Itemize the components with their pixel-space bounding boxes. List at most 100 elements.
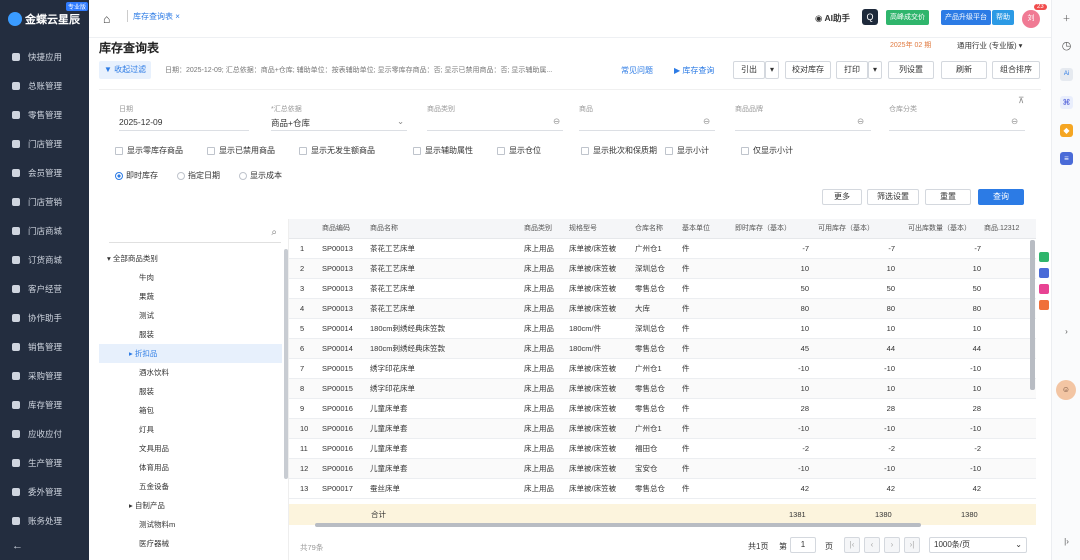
tab-inventory-query[interactable]: 库存查询表 × — [133, 11, 180, 22]
sidebar-item[interactable]: 会员管理 — [0, 162, 89, 184]
summary-basis-select[interactable]: 商品+仓库 — [271, 117, 310, 129]
radio-dot[interactable] — [239, 171, 247, 180]
high-price-button[interactable]: 高峰成交价 — [886, 10, 929, 25]
table-row[interactable]: 9 SP00016 儿童床单套 床上用品 床单被/床笠被 零售总仓 件 28 28 28 — [289, 399, 1036, 419]
page-input[interactable]: 1 — [790, 537, 816, 553]
filter-checkbox[interactable]: 显示辅助属性 — [413, 145, 473, 156]
column-header[interactable]: 商品编码 — [322, 219, 350, 239]
column-header[interactable]: 仓库名称 — [635, 219, 663, 239]
print-dropdown-icon[interactable]: ▾ — [868, 61, 882, 79]
export-button[interactable]: 引出 — [733, 61, 765, 79]
filter-checkbox[interactable]: 仅显示小计 — [741, 145, 793, 156]
sidebar-item[interactable]: 订货商城 — [0, 249, 89, 271]
export-dropdown-icon[interactable]: ▾ — [765, 61, 779, 79]
chevron-down-icon[interactable]: ⌄ — [397, 116, 404, 127]
pin-icon[interactable]: ⊼ — [1018, 95, 1024, 106]
game-icon[interactable]: ⌘ — [1060, 96, 1073, 109]
table-row[interactable]: 5 SP00014 180cm刺绣经典床笠款 床上用品 180cm/件 深圳总仓 件 10 10… — [289, 319, 1036, 339]
filter-checkbox[interactable]: 显示批次和保质期 — [581, 145, 657, 156]
assistant-avatar-icon[interactable]: ☺ — [1056, 380, 1076, 400]
sidebar-item[interactable]: 门店营销 — [0, 191, 89, 213]
column-header[interactable]: 商品类别 — [524, 219, 552, 239]
sidebar-item[interactable]: 委外管理 — [0, 481, 89, 503]
category-clear-icon[interactable]: ⊖ — [553, 116, 560, 127]
page-size-select[interactable]: 1000条/页 ⌄ — [929, 537, 1027, 553]
gift-icon[interactable]: ◆ — [1060, 124, 1073, 137]
filter-settings-button[interactable]: 筛选设置 — [867, 189, 919, 205]
sidebar-item[interactable]: 销售管理 — [0, 336, 89, 358]
sidebar-item[interactable]: 门店管理 — [0, 133, 89, 155]
filter-radio[interactable]: 显示成本 — [239, 170, 282, 181]
checkbox-box[interactable] — [115, 146, 123, 155]
table-row[interactable]: 2 SP00013 茶花工艺床单 床上用品 床单被/床笠被 深圳总仓 件 10 10 10 — [289, 259, 1036, 279]
tree-item[interactable]: ▾ 全部商品类别 — [99, 249, 282, 268]
home-icon[interactable]: ⌂ — [103, 12, 110, 26]
first-page-icon[interactable]: |‹ — [844, 537, 860, 553]
tree-item[interactable]: 服装 — [99, 325, 282, 344]
tree-item[interactable]: 文具用品 — [99, 439, 282, 458]
column-header[interactable]: 即时库存（基本） — [735, 219, 791, 239]
column-header[interactable]: 可出库数量（基本） — [908, 219, 971, 239]
table-row[interactable]: 7 SP00015 绣字印花床单 床上用品 床单被/床笠被 广州仓1 件 -10 -10 -10 — [289, 359, 1036, 379]
vertical-scrollbar[interactable] — [1030, 240, 1035, 390]
add-icon[interactable]: ＋ — [1060, 12, 1073, 25]
next-page-icon[interactable]: › — [884, 537, 900, 553]
tree-item[interactable]: 灯具 — [99, 420, 282, 439]
radio-dot[interactable] — [177, 171, 185, 180]
clock-icon[interactable]: ◷ — [1060, 40, 1073, 53]
sidebar-item[interactable]: 门店商城 — [0, 220, 89, 242]
tree-item[interactable]: 体育用品 — [99, 458, 282, 477]
column-header[interactable]: 规格型号 — [569, 219, 597, 239]
table-row[interactable]: 1 SP00013 茶花工艺床单 床上用品 床单被/床笠被 广州仓1 件 -7 -7 -7 — [289, 239, 1036, 259]
tree-item[interactable]: 测试物料m — [99, 515, 282, 534]
sidebar-item[interactable]: 生产管理 — [0, 452, 89, 474]
category-underline[interactable] — [427, 130, 563, 131]
query-button[interactable]: 查询 — [978, 189, 1024, 205]
tree-scrollbar[interactable] — [284, 249, 288, 479]
stock-query-link[interactable]: ▶ 库存查询 — [674, 65, 714, 76]
warehouse-underline[interactable] — [889, 130, 1025, 131]
table-row[interactable]: 11 SP00016 儿童床单套 床上用品 床单被/床笠被 福田仓 件 -2 -2 -2 — [289, 439, 1036, 459]
brand-clear-icon[interactable]: ⊖ — [857, 116, 864, 127]
accounting-period[interactable]: 2025年 02 期 — [890, 40, 931, 50]
radio-dot[interactable] — [115, 171, 123, 180]
tree-item[interactable]: 牛肉 — [99, 268, 282, 287]
collapse-sidebar-icon[interactable]: ← — [12, 540, 23, 552]
table-row[interactable]: 3 SP00013 茶花工艺床单 床上用品 床单被/床笠被 零售总仓 件 50 50 50 — [289, 279, 1036, 299]
tree-item[interactable]: 酒水饮料 — [99, 363, 282, 382]
table-row[interactable]: 12 SP00016 儿童床单套 床上用品 床单被/床笠被 宝安仓 件 -10 -10 -10 — [289, 459, 1036, 479]
checkbox-box[interactable] — [665, 146, 673, 155]
sidebar-item[interactable]: 快捷应用 — [0, 46, 89, 68]
table-row[interactable]: 13 SP00017 蚕丝床单 床上用品 床单被/床笠被 零售总仓 件 42 42 42 — [289, 479, 1036, 499]
column-settings-button[interactable]: 列设置 — [888, 61, 934, 79]
avatar[interactable]: 刘 — [1022, 10, 1040, 28]
tree-item[interactable]: ▸ 折扣品 — [99, 344, 282, 363]
company-selector[interactable]: 通用行业 (专业版) ▾ — [957, 40, 1022, 51]
tree-item[interactable]: 箱包 — [99, 401, 282, 420]
column-header[interactable]: 商品名称 — [370, 219, 398, 239]
sidebar-item[interactable]: 协作助手 — [0, 307, 89, 329]
edge-chat-icon[interactable] — [1039, 268, 1049, 278]
prev-page-icon[interactable]: ‹ — [864, 537, 880, 553]
filter-radio[interactable]: 即时库存 — [115, 170, 158, 181]
refresh-button[interactable]: 刷新 — [941, 61, 987, 79]
filter-checkbox[interactable]: 显示小计 — [665, 145, 709, 156]
ai-assistant-button[interactable]: ◉ AI助手 — [815, 12, 850, 24]
column-header[interactable]: 商品.12312 — [984, 219, 1019, 239]
sidebar-item[interactable]: 零售管理 — [0, 104, 89, 126]
column-header[interactable]: 基本单位 — [682, 219, 710, 239]
print-button[interactable]: 打印 — [836, 61, 868, 79]
sidebar-item[interactable]: 应收应付 — [0, 423, 89, 445]
table-row[interactable]: 8 SP00015 绣字印花床单 床上用品 床单被/床笠被 零售总仓 件 10 10 10 — [289, 379, 1036, 399]
filter-checkbox[interactable]: 显示零库存商品 — [115, 145, 183, 156]
tree-search-input[interactable]: ⌕ — [109, 223, 281, 243]
tree-item[interactable]: 医疗器械 — [99, 534, 282, 553]
combo-sort-button[interactable]: 组合排序 — [992, 61, 1040, 79]
global-search-icon[interactable]: Q — [862, 9, 878, 25]
search-icon[interactable]: ⌕ — [271, 227, 277, 238]
horizontal-scrollbar[interactable] — [315, 523, 921, 527]
table-row[interactable]: 6 SP00014 180cm刺绣经典床笠款 床上用品 180cm/件 零售总仓 件 45 44… — [289, 339, 1036, 359]
checkbox-box[interactable] — [581, 146, 589, 155]
expand-panel-icon[interactable]: |› — [1060, 535, 1073, 548]
checkbox-box[interactable] — [207, 146, 215, 155]
